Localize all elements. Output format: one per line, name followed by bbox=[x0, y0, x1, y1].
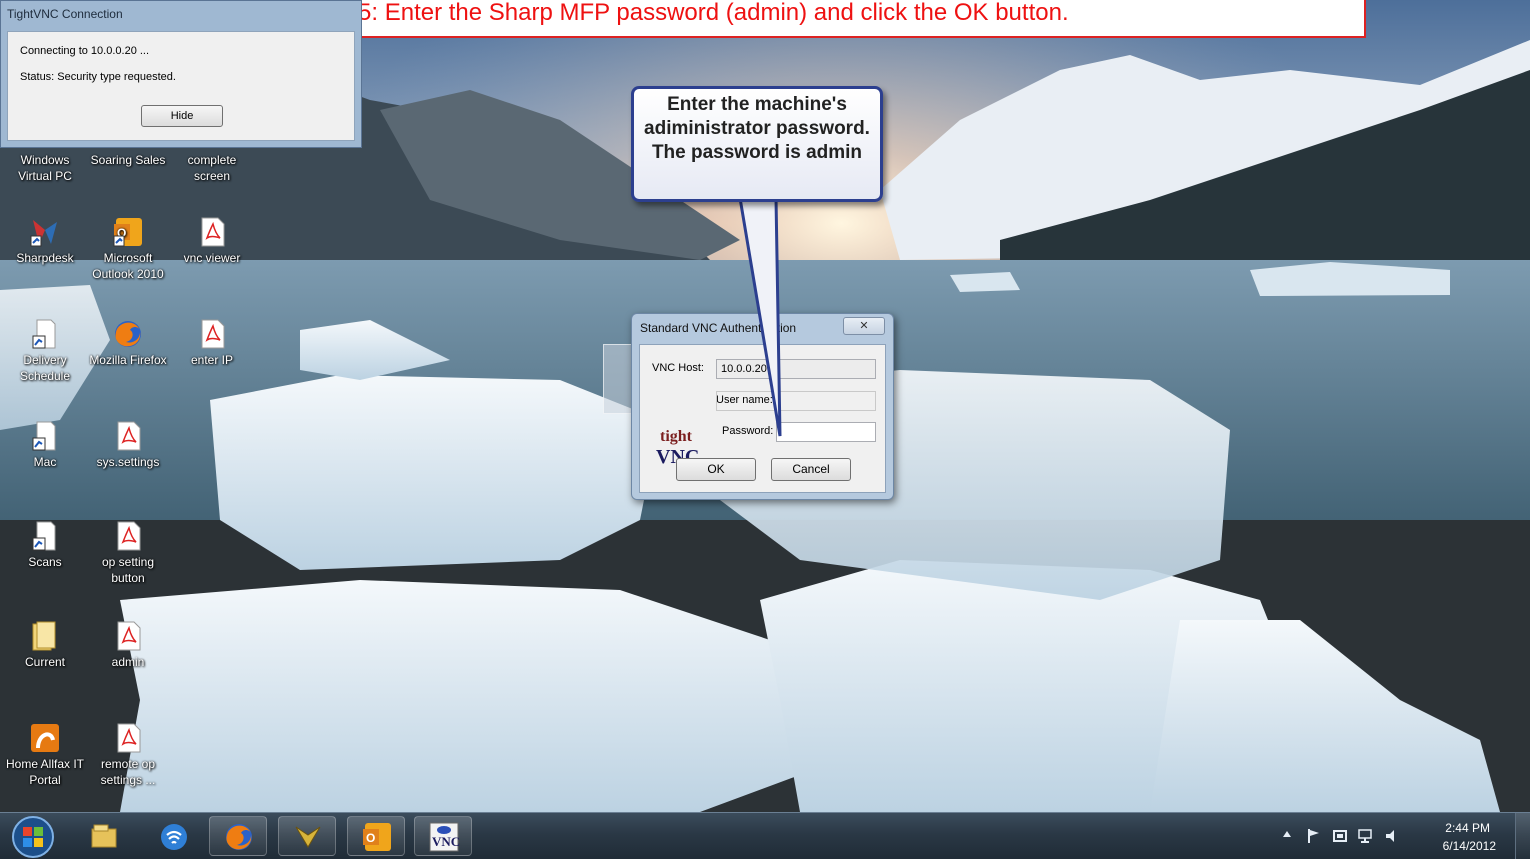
pdf-file-icon bbox=[117, 621, 141, 651]
pdf-file-icon bbox=[117, 421, 141, 451]
tutorial-step-banner: Step 5: Enter the Sharp MFP password (ad… bbox=[292, 0, 1366, 38]
connection-window-body: Connecting to 10.0.0.20 ... Status: Secu… bbox=[7, 31, 355, 141]
desktop-icon-label: vnc viewer bbox=[183, 251, 241, 265]
sharpdesk-icon bbox=[295, 826, 321, 848]
desktop-icon-label: Microsoft Outlook 2010 bbox=[92, 251, 164, 281]
outlook-icon: O bbox=[113, 218, 142, 247]
tightvnc-icon: VNC bbox=[429, 822, 460, 852]
pdf-file-icon bbox=[201, 319, 225, 349]
taskbar-explorer-button[interactable] bbox=[74, 816, 132, 856]
desktop-wallpaper: Step 5: Enter the Sharp MFP password (ad… bbox=[0, 0, 1530, 859]
desktop-icon-label: Home Allfax IT Portal bbox=[5, 757, 85, 787]
firefox-icon bbox=[115, 321, 141, 347]
taskbar-sharpdesk-button[interactable] bbox=[278, 816, 336, 856]
desktop-icon-label: Scans bbox=[28, 555, 62, 569]
svg-text:VNC: VNC bbox=[432, 834, 460, 849]
taskbar-tightvnc-button[interactable]: VNC bbox=[414, 816, 472, 856]
banner-text: Step 5: Enter the Sharp MFP password (ad… bbox=[302, 0, 1069, 26]
cancel-button[interactable]: Cancel bbox=[771, 458, 851, 481]
ok-button[interactable]: OK bbox=[676, 458, 756, 481]
desktop-icon-current[interactable]: Current bbox=[5, 620, 85, 670]
taskbar-outlook-button[interactable]: O bbox=[347, 816, 405, 856]
connection-window-title: TightVNC Connection bbox=[7, 7, 123, 21]
show-desktop-button[interactable] bbox=[1515, 813, 1530, 859]
pdf-file-icon bbox=[117, 723, 141, 753]
desktop-icon-enter-ip[interactable]: enter IP bbox=[172, 318, 252, 368]
sharpdesk-icon bbox=[30, 220, 57, 247]
start-button[interactable] bbox=[10, 814, 56, 859]
desktop-icon-op-setting-button[interactable]: op setting button bbox=[88, 520, 168, 586]
pdf-file-icon bbox=[201, 217, 225, 247]
desktop-icon-label: remote op settings ... bbox=[100, 757, 156, 787]
svg-text:O: O bbox=[366, 831, 375, 845]
desktop-icon-label: sys.settings bbox=[96, 455, 160, 469]
desktop-icon-label: enter IP bbox=[190, 353, 234, 367]
desktop-icon-label: Sharpdesk bbox=[16, 251, 74, 265]
document-shortcut-icon bbox=[32, 421, 56, 451]
desktop-icon-windows-virtual-pc[interactable]: Windows Virtual PC bbox=[5, 152, 85, 184]
desktop-icon-outlook[interactable]: O Microsoft Outlook 2010 bbox=[88, 216, 168, 282]
folder-icon bbox=[32, 621, 56, 651]
desktop-icon-label: Windows Virtual PC bbox=[18, 153, 72, 183]
document-shortcut-icon bbox=[32, 521, 56, 551]
desktop-icon-label: Mac bbox=[33, 455, 57, 469]
desktop-icon-sys-settings[interactable]: sys.settings bbox=[88, 420, 168, 470]
show-hidden-icons-icon[interactable] bbox=[1282, 828, 1292, 840]
taskbar-network-button[interactable] bbox=[144, 816, 202, 856]
callout-text: Enter the machine's adiministrator passw… bbox=[644, 94, 870, 163]
desktop-icon-complete-screen[interactable]: complete screen bbox=[172, 152, 252, 184]
close-icon: ✕ bbox=[859, 320, 869, 332]
desktop-icon-scans[interactable]: Scans bbox=[5, 520, 85, 570]
desktop-icon-delivery-schedule[interactable]: Delivery Schedule bbox=[5, 318, 85, 384]
connecting-status-text: Connecting to 10.0.0.20 ... bbox=[20, 45, 150, 57]
svg-text:tight: tight bbox=[660, 428, 693, 445]
document-shortcut-icon bbox=[32, 319, 56, 349]
desktop-icon-label: Mozilla Firefox bbox=[89, 353, 167, 367]
desktop-icon-label: complete screen bbox=[187, 153, 237, 183]
network-tray-icon[interactable] bbox=[1358, 828, 1376, 844]
taskbar: O VNC 2:44 PM 6/14/2012 bbox=[0, 812, 1530, 859]
security-status-text: Status: Security type requested. bbox=[20, 71, 176, 83]
outlook-icon: O bbox=[363, 823, 391, 851]
hide-button[interactable]: Hide bbox=[141, 105, 223, 127]
taskbar-firefox-button[interactable] bbox=[209, 816, 267, 856]
firefox-icon bbox=[226, 824, 252, 850]
explorer-icon bbox=[91, 824, 117, 848]
desktop-icon-home-allfax-it-portal[interactable]: Home Allfax IT Portal bbox=[5, 722, 85, 788]
network-icon bbox=[161, 824, 187, 850]
desktop-icon-mac[interactable]: Mac bbox=[5, 420, 85, 470]
desktop-icon-firefox[interactable]: Mozilla Firefox bbox=[88, 318, 168, 368]
clock-time[interactable]: 2:44 PM bbox=[1445, 821, 1490, 835]
tightvnc-connection-window: TightVNC Connection Connecting to 10.0.0… bbox=[0, 0, 362, 148]
desktop-icon-label: Current bbox=[24, 655, 65, 669]
close-button[interactable]: ✕ bbox=[843, 317, 885, 335]
desktop-icon-label: Soaring Sales bbox=[90, 153, 166, 167]
action-center-flag-icon[interactable] bbox=[1306, 828, 1320, 844]
desktop-icon-vnc-viewer[interactable]: vnc viewer bbox=[172, 216, 252, 266]
volume-icon[interactable] bbox=[1384, 828, 1400, 844]
desktop-icon-admin[interactable]: admin bbox=[88, 620, 168, 670]
desktop-icon-soaring-sales[interactable]: Soaring Sales bbox=[88, 152, 168, 168]
clock-date[interactable]: 6/14/2012 bbox=[1443, 839, 1496, 853]
desktop-icon-label: admin bbox=[111, 655, 145, 669]
power-plug-icon[interactable] bbox=[1332, 828, 1348, 844]
desktop-icon-label: Delivery Schedule bbox=[19, 353, 71, 383]
desktop-icon-label: op setting button bbox=[101, 555, 155, 585]
pdf-file-icon bbox=[117, 521, 141, 551]
desktop-icon-remote-op-settings[interactable]: remote op settings ... bbox=[88, 722, 168, 788]
system-tray: 2:44 PM 6/14/2012 bbox=[1270, 813, 1530, 859]
allfax-portal-icon bbox=[31, 724, 59, 752]
desktop-icon-sharpdesk[interactable]: Sharpdesk bbox=[5, 216, 85, 266]
vnc-host-label: VNC Host: bbox=[652, 362, 704, 374]
instruction-callout: Enter the machine's adiministrator passw… bbox=[631, 86, 883, 202]
callout-pointer bbox=[738, 196, 782, 437]
